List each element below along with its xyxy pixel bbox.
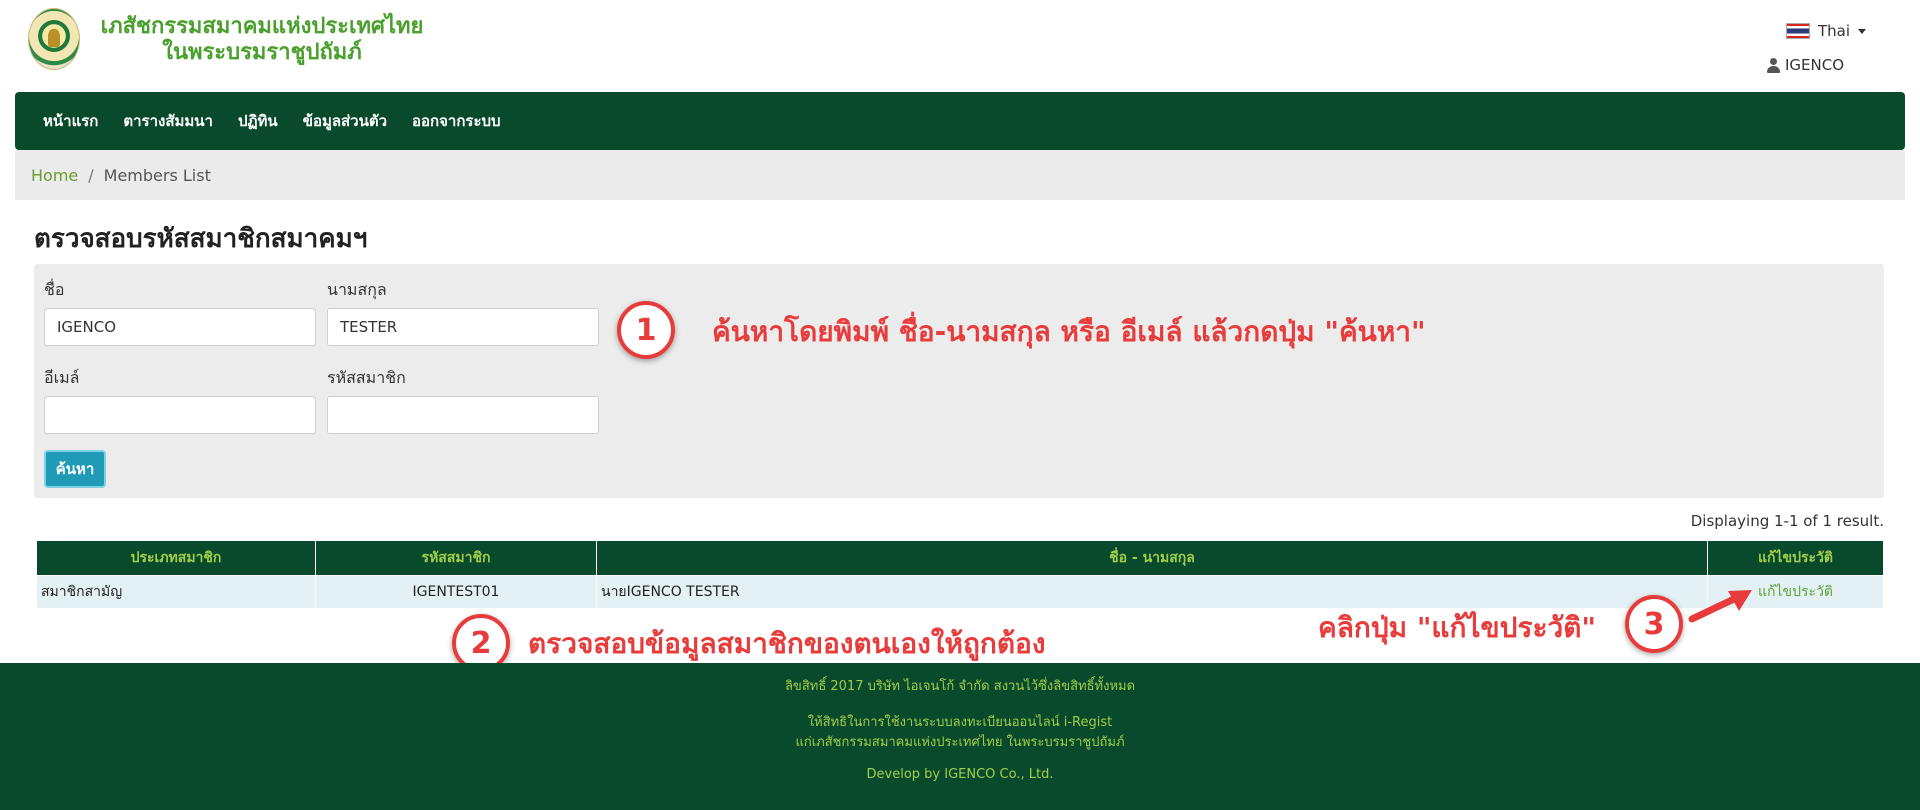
main-navbar: หน้าแรก ตารางสัมมนา ปฏิทิน ข้อมูลส่วนตัว… bbox=[15, 92, 1905, 150]
thai-flag-icon bbox=[1785, 23, 1810, 39]
cell-member-type: สมาชิกสามัญ bbox=[36, 575, 316, 609]
last-name-label: นามสกุล bbox=[327, 280, 387, 299]
cell-member-code: IGENTEST01 bbox=[315, 575, 597, 609]
page-title: ตรวจสอบรหัสสมาชิกสมาคมฯ bbox=[34, 224, 368, 254]
table-row: สมาชิกสามัญ IGENTEST01 นายIGENCO TESTER … bbox=[36, 575, 1884, 609]
breadcrumb-home-link[interactable]: Home bbox=[31, 166, 78, 185]
footer-copyright: ลิขสิทธิ์ 2017 บริษัท ไอเจนโก้ จำกัด สงว… bbox=[784, 679, 1136, 694]
site-title-line1: เภสัชกรรมสมาคมแห่งประเทศไทย bbox=[100, 14, 424, 39]
table-header-row: ประเภทสมาชิก รหัสสมาชิก ชื่อ - นามสกุล แ… bbox=[36, 540, 1884, 576]
user-menu[interactable]: IGENCO bbox=[1766, 56, 1844, 74]
language-label: Thai bbox=[1817, 22, 1850, 40]
step-1-instruction: ค้นหาโดยพิมพ์ ชื่อ-นามสกุล หรือ อีเมล์ แ… bbox=[712, 315, 1426, 348]
nav-item-profile[interactable]: ข้อมูลส่วนตัว bbox=[303, 109, 387, 133]
user-icon bbox=[1766, 58, 1780, 73]
column-header-member-type[interactable]: ประเภทสมาชิก bbox=[36, 540, 316, 576]
site-footer: ลิขสิทธิ์ 2017 บริษัท ไอเจนโก้ จำกัด สงว… bbox=[0, 663, 1920, 810]
column-header-full-name[interactable]: ชื่อ - นามสกุล bbox=[596, 540, 1708, 576]
footer-license-line1: ให้สิทธิในการใช้งานระบบลงทะเบียนออนไลน์ … bbox=[807, 715, 1113, 730]
cell-full-name: นายIGENCO TESTER bbox=[596, 575, 1708, 609]
arrow-icon bbox=[1688, 590, 1752, 623]
edit-profile-link[interactable]: แก้ไขประวัติ bbox=[1758, 584, 1833, 600]
step-1-marker: 1 bbox=[617, 301, 675, 359]
nav-item-calendar[interactable]: ปฏิทิน bbox=[238, 109, 278, 133]
site-title[interactable]: เภสัชกรรมสมาคมแห่งประเทศไทย ในพระบรมราชู… bbox=[92, 14, 432, 66]
search-button[interactable]: ค้นหา bbox=[44, 450, 106, 488]
email-field[interactable] bbox=[44, 396, 316, 434]
column-header-edit-profile: แก้ไขประวัติ bbox=[1707, 540, 1884, 576]
step-2-instruction: ตรวจสอบข้อมูลสมาชิกของตนเองให้ถูกต้อง bbox=[528, 627, 1046, 660]
results-table: ประเภทสมาชิก รหัสสมาชิก ชื่อ - นามสกุล แ… bbox=[36, 540, 1884, 609]
breadcrumb-separator: / bbox=[88, 165, 94, 185]
member-code-field[interactable] bbox=[327, 396, 599, 434]
footer-developer: Develop by IGENCO Co., Ltd. bbox=[866, 767, 1054, 782]
language-selector[interactable]: Thai bbox=[1785, 22, 1866, 40]
column-header-member-code[interactable]: รหัสสมาชิก bbox=[315, 540, 597, 576]
nav-item-home[interactable]: หน้าแรก bbox=[43, 109, 98, 133]
association-logo[interactable] bbox=[28, 8, 80, 70]
last-name-field[interactable] bbox=[327, 308, 599, 346]
nav-item-seminar-schedule[interactable]: ตารางสัมมนา bbox=[123, 109, 213, 133]
username: IGENCO bbox=[1784, 56, 1844, 74]
first-name-label: ชื่อ bbox=[44, 280, 65, 299]
footer-license-line2: แก่เภสัชกรรมสมาคมแห่งประเทศไทย ในพระบรมร… bbox=[795, 735, 1125, 750]
site-title-line2: ในพระบรมราชูปถัมภ์ bbox=[162, 40, 362, 65]
nav-item-logout[interactable]: ออกจากระบบ bbox=[412, 109, 501, 133]
result-summary: Displaying 1-1 of 1 result. bbox=[1690, 512, 1884, 530]
first-name-field[interactable] bbox=[44, 308, 316, 346]
email-label: อีเมล์ bbox=[44, 368, 80, 387]
breadcrumb: Home / Members List bbox=[15, 150, 1905, 200]
search-panel: ชื่อ นามสกุล อีเมล์ รหัสสมาชิก ค้นหา bbox=[34, 264, 1884, 498]
step-3-instruction: คลิกปุ่ม "แก้ไขประวัติ" bbox=[1318, 611, 1596, 644]
caret-down-icon bbox=[1858, 28, 1866, 34]
member-code-label: รหัสสมาชิก bbox=[327, 368, 406, 387]
step-3-marker: 3 bbox=[1625, 595, 1683, 653]
breadcrumb-current: Members List bbox=[103, 165, 211, 185]
site-header: เภสัชกรรมสมาคมแห่งประเทศไทย ในพระบรมราชู… bbox=[0, 0, 1920, 92]
